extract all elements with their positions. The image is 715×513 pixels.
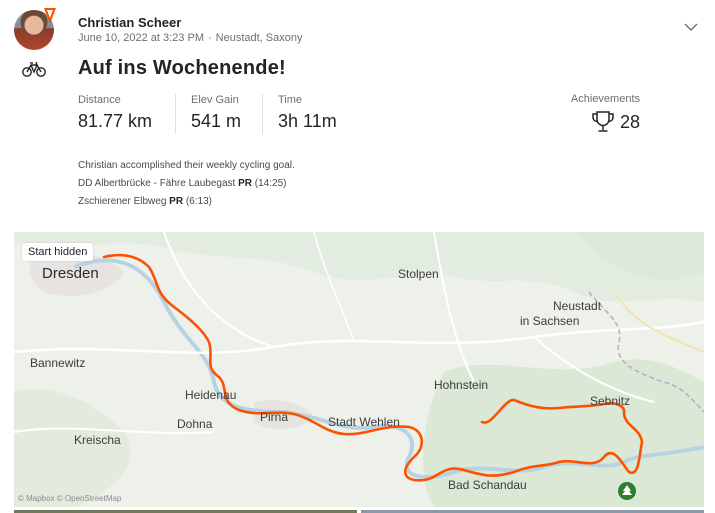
pr-badge: PR xyxy=(169,196,184,207)
map-attribution[interactable]: © Mapbox © OpenStreetMap xyxy=(18,494,121,503)
achievements-count: 28 xyxy=(619,111,640,132)
trophy-icon xyxy=(592,111,614,132)
segment-time: (6:13) xyxy=(185,196,212,207)
subscriber-badge-icon xyxy=(44,8,56,24)
goal-note: Christian accomplished their weekly cycl… xyxy=(78,160,295,171)
stat-value: 3h 11m xyxy=(278,111,337,131)
place-label: Dresden xyxy=(42,265,99,282)
activity-notes: Christian accomplished their weekly cycl… xyxy=(78,157,295,211)
athlete-name[interactable]: Christian Scheer xyxy=(78,15,181,30)
place-label: Dohna xyxy=(177,417,213,431)
stat-distance: Distance 81.77 km xyxy=(78,94,152,132)
stat-divider xyxy=(262,94,263,134)
place-label: Pirna xyxy=(260,410,289,424)
activity-title[interactable]: Auf ins Wochenende! xyxy=(78,57,286,80)
segment-time: (14:25) xyxy=(254,178,287,189)
place-label: Neustadt xyxy=(553,299,602,313)
activity-date: June 10, 2022 at 3:23 PM xyxy=(78,32,204,44)
athlete-avatar[interactable] xyxy=(14,8,56,50)
stat-label: Elev Gain xyxy=(191,94,239,106)
national-park-tree-icon xyxy=(618,482,636,500)
stat-label: Time xyxy=(278,94,303,106)
start-hidden-label: Start hidden xyxy=(22,243,94,261)
place-label: Hohnstein xyxy=(434,378,489,392)
place-label: in Sachsen xyxy=(520,314,580,328)
place-label: Kreischa xyxy=(74,433,121,447)
place-label: Stolpen xyxy=(398,267,439,281)
achievements[interactable]: Achievements 28 xyxy=(571,93,640,135)
stat-divider xyxy=(175,94,176,134)
segment-name[interactable]: Zschierener Elbweg xyxy=(78,196,166,207)
route-map[interactable]: Start hidden Dresden Stolpen Neustadt in… xyxy=(14,232,704,507)
stat-value: 541 m xyxy=(191,111,242,131)
place-label: Sebnitz xyxy=(590,394,631,408)
achievements-count-row: 28 xyxy=(571,109,640,135)
map-background xyxy=(14,232,704,507)
meta-separator: · xyxy=(207,32,212,44)
segment-row[interactable]: Zschierener Elbweg PR (6:13) xyxy=(78,193,295,211)
activity-meta: June 10, 2022 at 3:23 PM · Neustadt, Saxon… xyxy=(78,32,303,44)
segment-name[interactable]: DD Albertbrücke - Fähre Laubegast xyxy=(78,178,235,189)
activity-location: Neustadt, Saxony xyxy=(215,32,303,44)
stat-time: Time 3h 11m xyxy=(278,94,337,132)
stat-label: Distance xyxy=(78,94,121,106)
achievements-label: Achievements xyxy=(570,93,640,105)
stat-value: 81.77 km xyxy=(78,111,153,131)
place-label: Stadt Wehlen xyxy=(328,415,400,429)
segment-row[interactable]: DD Albertbrücke - Fähre Laubegast PR (14… xyxy=(78,175,295,193)
place-label: Bad Schandau xyxy=(448,478,527,492)
bicycle-icon xyxy=(22,61,46,77)
pr-badge: PR xyxy=(238,178,252,189)
chevron-down-icon[interactable] xyxy=(683,20,699,34)
place-label: Bannewitz xyxy=(30,356,86,370)
place-label: Heidenau xyxy=(185,388,237,402)
stat-elev-gain: Elev Gain 541 m xyxy=(191,94,241,132)
